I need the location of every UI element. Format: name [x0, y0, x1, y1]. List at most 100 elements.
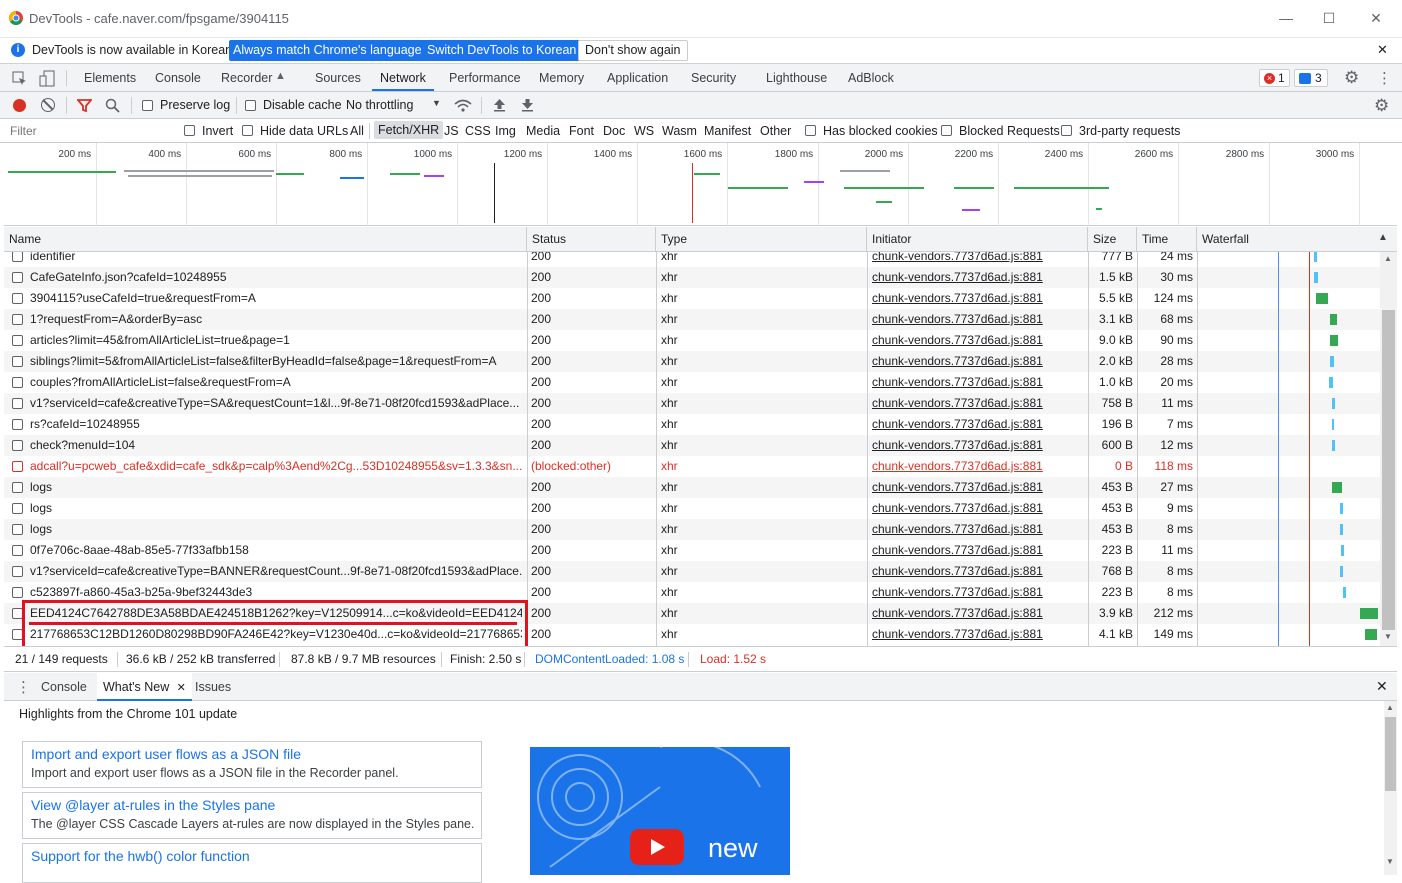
settings-gear-icon[interactable]: ⚙ [1344, 68, 1359, 88]
sort-ascending-icon[interactable]: ▲ [1378, 232, 1388, 243]
tab-elements[interactable]: Elements [84, 64, 136, 91]
message-count-badge[interactable]: 3 [1294, 69, 1328, 87]
more-options-icon[interactable]: ⋮ [1377, 69, 1392, 87]
cell-initiator[interactable]: chunk-vendors.7737d6ad.js:881 [872, 252, 1082, 267]
table-row[interactable]: identifier 200 xhr chunk-vendors.7737d6ad.j… [4, 252, 1380, 267]
cell-initiator[interactable]: chunk-vendors.7737d6ad.js:881 [872, 330, 1082, 351]
record-icon[interactable] [13, 99, 26, 112]
invert-checkbox[interactable] [184, 125, 195, 136]
type-filter-manifest[interactable]: Manifest [704, 124, 751, 138]
feature-card-title[interactable]: View @layer at-rules in the Styles pane [31, 797, 275, 813]
tab-lighthouse[interactable]: Lighthouse [766, 64, 827, 91]
cell-initiator[interactable]: chunk-vendors.7737d6ad.js:881 [872, 351, 1082, 372]
type-filter-doc[interactable]: Doc [603, 124, 625, 138]
table-row[interactable]: logs 200 xhr chunk-vendors.7737d6ad.js:881 4… [4, 498, 1380, 519]
feature-card-title[interactable]: Support for the hwb() color function [31, 848, 250, 864]
cell-initiator[interactable]: chunk-vendors.7737d6ad.js:881 [872, 393, 1082, 414]
table-row[interactable]: v1?serviceId=cafe&creativeType=SA&reques… [4, 393, 1380, 414]
dont-show-again-button[interactable]: Don't show again [578, 40, 688, 61]
tab-performance[interactable]: Performance [449, 64, 521, 91]
table-row[interactable]: 3904115?useCafeId=true&requestFrom=A 200 x… [4, 288, 1380, 309]
column-header-type[interactable]: Type [656, 227, 867, 252]
table-row[interactable]: adcall?u=pcweb_cafe&xdid=cafe_sdk&p=calp… [4, 456, 1380, 477]
table-row[interactable]: articles?limit=45&fromAllArticleList=tru… [4, 330, 1380, 351]
filter-input[interactable] [4, 121, 172, 141]
close-window-icon[interactable]: ✕ [1366, 8, 1386, 28]
drawer-scrollbar[interactable]: ▲ ▼ [1384, 701, 1397, 875]
network-overview-timeline[interactable]: 200 ms 400 ms 600 ms 800 ms 1000 ms 1200 ms 14… [4, 143, 1397, 226]
cell-initiator[interactable]: chunk-vendors.7737d6ad.js:881 [872, 267, 1082, 288]
has-blocked-cookies-checkbox[interactable] [805, 125, 816, 136]
type-filter-js[interactable]: JS [444, 124, 459, 138]
type-filter-fetch-xhr[interactable]: Fetch/XHR [374, 121, 444, 139]
cell-initiator[interactable]: chunk-vendors.7737d6ad.js:881 [872, 582, 1082, 603]
cell-initiator[interactable]: chunk-vendors.7737d6ad.js:881 [872, 477, 1082, 498]
video-thumbnail[interactable]: new [530, 747, 790, 875]
tab-security[interactable]: Security [691, 64, 736, 91]
table-row[interactable]: couples?fromAllArticleList=false&request… [4, 372, 1380, 393]
drawer-tab-issues[interactable]: Issues [195, 680, 231, 694]
scrollbar-thumb[interactable] [1385, 717, 1396, 791]
import-har-icon[interactable] [493, 98, 506, 112]
infobar-close-icon[interactable]: ✕ [1377, 42, 1388, 58]
scroll-down-icon[interactable]: ▼ [1386, 857, 1394, 866]
table-row[interactable]: logs 200 xhr chunk-vendors.7737d6ad.js:881 4… [4, 519, 1380, 540]
table-row[interactable]: siblings?limit=5&fromAllArticleList=fals… [4, 351, 1380, 372]
cell-initiator[interactable]: chunk-vendors.7737d6ad.js:881 [872, 603, 1082, 624]
tab-console[interactable]: Console [155, 64, 201, 91]
cell-initiator[interactable]: chunk-vendors.7737d6ad.js:881 [872, 435, 1082, 456]
table-row[interactable]: CafeGateInfo.json?cafeId=10248955 200 xhr c… [4, 267, 1380, 288]
disable-cache-checkbox[interactable] [245, 100, 256, 111]
type-filter-other[interactable]: Other [760, 124, 791, 138]
tab-recorder[interactable]: Recorder [221, 64, 272, 91]
type-filter-wasm[interactable]: Wasm [662, 124, 697, 138]
column-header-size[interactable]: Size [1088, 227, 1137, 252]
table-row[interactable]: logs 200 xhr chunk-vendors.7737d6ad.js:881 4… [4, 477, 1380, 498]
export-har-icon[interactable] [521, 98, 534, 112]
column-header-waterfall[interactable]: Waterfall [1197, 227, 1397, 252]
type-filter-all[interactable]: All [350, 124, 364, 138]
cell-initiator[interactable]: chunk-vendors.7737d6ad.js:881 [872, 498, 1082, 519]
network-settings-gear-icon[interactable]: ⚙ [1374, 96, 1389, 116]
blocked-requests-checkbox[interactable] [941, 125, 952, 136]
scroll-up-icon[interactable]: ▲ [1384, 254, 1392, 263]
drawer-menu-icon[interactable]: ⋮ [16, 678, 31, 696]
minimize-icon[interactable]: — [1276, 8, 1296, 28]
hide-data-urls-checkbox[interactable] [242, 125, 253, 136]
tab-network[interactable]: Network [372, 64, 434, 91]
column-header-time[interactable]: Time [1137, 227, 1197, 252]
error-count-badge[interactable]: × 1 [1259, 69, 1290, 87]
maximize-icon[interactable]: ☐ [1319, 8, 1339, 28]
feature-card[interactable]: Support for the hwb() color function [22, 843, 482, 883]
column-header-initiator[interactable]: Initiator [867, 227, 1088, 252]
table-row[interactable]: 1?requestFrom=A&orderBy=asc 200 xhr chunk-v… [4, 309, 1380, 330]
tab-sources[interactable]: Sources [315, 64, 361, 91]
tab-adblock[interactable]: AdBlock [848, 64, 894, 91]
column-header-name[interactable]: Name [4, 227, 527, 252]
cell-initiator[interactable]: chunk-vendors.7737d6ad.js:881 [872, 372, 1082, 393]
cell-initiator[interactable]: chunk-vendors.7737d6ad.js:881 [872, 519, 1082, 540]
third-party-checkbox[interactable] [1061, 125, 1072, 136]
type-filter-css[interactable]: CSS [465, 124, 491, 138]
always-match-language-button[interactable]: Always match Chrome's language [229, 40, 426, 61]
drawer-tab-whats-new[interactable]: What's New ✕ [97, 673, 192, 701]
close-drawer-icon[interactable]: ✕ [1376, 678, 1388, 695]
type-filter-media[interactable]: Media [526, 124, 560, 138]
inspect-element-icon[interactable] [12, 71, 27, 86]
cell-initiator[interactable]: chunk-vendors.7737d6ad.js:881 [872, 456, 1082, 477]
table-row[interactable]: rs?cafeId=10248955 200 xhr chunk-vendors.77… [4, 414, 1380, 435]
table-row[interactable]: v1?serviceId=cafe&creativeType=BANNER&re… [4, 561, 1380, 582]
feature-card[interactable]: View @layer at-rules in the Styles pane … [22, 792, 482, 839]
type-filter-ws[interactable]: WS [634, 124, 654, 138]
type-filter-font[interactable]: Font [569, 124, 594, 138]
table-row[interactable]: check?menuId=104 200 xhr chunk-vendors.7737… [4, 435, 1380, 456]
search-icon[interactable] [105, 98, 120, 113]
drawer-tab-console[interactable]: Console [41, 680, 87, 694]
youtube-play-icon[interactable] [630, 829, 684, 865]
chevron-down-icon[interactable]: ▼ [432, 98, 441, 108]
cell-initiator[interactable]: chunk-vendors.7737d6ad.js:881 [872, 288, 1082, 309]
throttling-select[interactable]: No throttling [346, 98, 413, 112]
cell-initiator[interactable]: chunk-vendors.7737d6ad.js:881 [872, 540, 1082, 561]
feature-card-title[interactable]: Import and export user flows as a JSON f… [31, 746, 301, 762]
scroll-up-icon[interactable]: ▲ [1386, 703, 1394, 712]
